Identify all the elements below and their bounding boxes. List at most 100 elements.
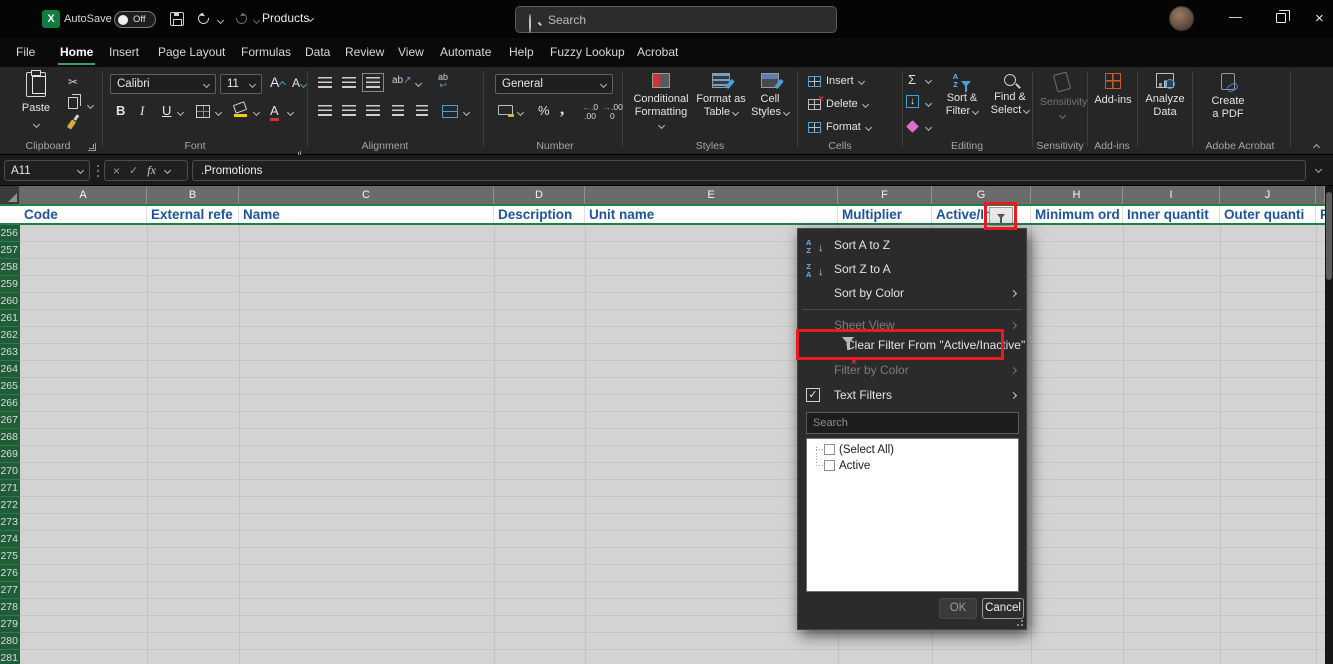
row-header[interactable]: 258 xyxy=(0,259,20,276)
save-button[interactable] xyxy=(170,12,184,26)
merge-center-button[interactable] xyxy=(442,105,458,118)
menu-item-text-filters[interactable]: ✓ Text Filters xyxy=(798,383,1026,408)
percent-style-button[interactable]: % xyxy=(538,103,550,118)
tab-data[interactable]: Data xyxy=(303,45,332,65)
cell-k1[interactable]: P xyxy=(1316,206,1325,223)
row-header[interactable]: 276 xyxy=(0,565,20,582)
insert-function-icon[interactable]: fx xyxy=(147,163,156,178)
font-size-select[interactable]: 11 xyxy=(220,74,262,94)
accounting-dropdown-chevron[interactable] xyxy=(517,109,524,116)
number-format-select[interactable]: General xyxy=(495,74,613,94)
paste-button[interactable]: Paste xyxy=(14,72,58,132)
column-header-f[interactable]: F xyxy=(838,186,932,204)
excel-app-icon[interactable]: X xyxy=(42,10,60,28)
row-header[interactable]: 269 xyxy=(0,446,20,463)
row-header[interactable]: 281 xyxy=(0,650,20,664)
menu-item-sort-by-color[interactable]: Sort by Color xyxy=(798,281,1026,306)
select-all-checkbox[interactable] xyxy=(824,444,835,455)
format-as-table-button[interactable]: Format asTable xyxy=(694,73,748,119)
cell-a1[interactable]: Code xyxy=(20,206,147,223)
row-header[interactable]: 273 xyxy=(0,514,20,531)
cell-h1[interactable]: Minimum ord xyxy=(1031,206,1123,223)
row-header[interactable]: 271 xyxy=(0,480,20,497)
top-align-icon[interactable] xyxy=(318,77,332,88)
tab-acrobat[interactable]: Acrobat xyxy=(635,45,680,65)
row-header[interactable]: 278 xyxy=(0,599,20,616)
column-header-b[interactable]: B xyxy=(147,186,239,204)
underline-button[interactable]: U xyxy=(162,103,171,118)
increase-indent-icon[interactable] xyxy=(416,105,428,116)
filter-search-input[interactable] xyxy=(806,412,1019,434)
tab-help[interactable]: Help xyxy=(507,45,536,65)
row-header[interactable]: 267 xyxy=(0,412,20,429)
align-left-icon[interactable] xyxy=(318,105,332,116)
clipboard-dialog-launcher[interactable] xyxy=(88,143,96,151)
formula-bar-expand-chevron[interactable] xyxy=(1315,166,1322,173)
find-select-button[interactable]: Find &Select xyxy=(988,73,1032,117)
row-header[interactable]: 277 xyxy=(0,582,20,599)
row-header[interactable]: 260 xyxy=(0,293,20,310)
column-header-j[interactable]: J xyxy=(1220,186,1316,204)
active-checkbox[interactable] xyxy=(824,460,835,471)
column-header-a[interactable]: A xyxy=(20,186,147,204)
conditional-formatting-button[interactable]: ConditionalFormatting xyxy=(632,73,690,132)
formula-input[interactable]: .Promotions xyxy=(192,160,1306,181)
format-cells-button[interactable]: Format xyxy=(808,121,871,133)
sort-filter-button[interactable]: AZ Sort &Filter xyxy=(938,73,986,118)
delete-cells-button[interactable]: Delete xyxy=(808,98,868,110)
font-name-select[interactable]: Calibri xyxy=(110,74,216,94)
cut-button[interactable]: ✂ xyxy=(68,75,78,89)
cell-b1[interactable]: External refe xyxy=(147,206,239,223)
insert-cells-button[interactable]: Insert xyxy=(808,75,864,87)
column-header-e[interactable]: E xyxy=(585,186,838,204)
decrease-indent-icon[interactable] xyxy=(392,105,404,116)
row-header[interactable]: 274 xyxy=(0,531,20,548)
row-header[interactable]: 275 xyxy=(0,548,20,565)
wrap-text-button[interactable]: ab↩ xyxy=(438,73,448,89)
column-header-d[interactable]: D xyxy=(494,186,585,204)
tab-home[interactable]: Home xyxy=(58,45,95,65)
tab-automate[interactable]: Automate xyxy=(438,45,493,65)
column-header-i[interactable]: I xyxy=(1123,186,1220,204)
middle-align-icon[interactable] xyxy=(342,77,356,88)
cell-i1[interactable]: Inner quantit xyxy=(1123,206,1220,223)
fill-color-button[interactable] xyxy=(234,103,247,117)
borders-dropdown-chevron[interactable] xyxy=(215,109,222,116)
borders-button[interactable] xyxy=(196,105,210,118)
filter-list-item-select-all[interactable]: (Select All) xyxy=(839,443,894,459)
row-header[interactable]: 280 xyxy=(0,633,20,650)
restore-button[interactable] xyxy=(1276,13,1286,23)
user-avatar[interactable] xyxy=(1169,6,1194,31)
search-box[interactable] xyxy=(515,6,837,33)
row-header[interactable]: 272 xyxy=(0,497,20,514)
row-header[interactable]: 264 xyxy=(0,361,20,378)
autosum-button[interactable]: Σ xyxy=(908,72,916,87)
grow-font-button[interactable]: A xyxy=(270,74,285,90)
row-header[interactable]: 256 xyxy=(0,225,20,242)
close-button[interactable]: × xyxy=(1315,10,1324,27)
font-color-button[interactable]: A xyxy=(270,103,279,121)
clear-dropdown-chevron[interactable] xyxy=(925,124,932,131)
format-painter-button[interactable] xyxy=(69,120,74,129)
row-header[interactable]: 270 xyxy=(0,463,20,480)
column-header-c[interactable]: C xyxy=(239,186,494,204)
copy-dropdown-chevron[interactable] xyxy=(87,102,94,109)
column-header-h[interactable]: H xyxy=(1031,186,1123,204)
name-box[interactable]: A11 xyxy=(4,160,90,181)
decrease-decimal-button[interactable]: →.000 xyxy=(602,103,623,121)
cell-styles-button[interactable]: CellStyles xyxy=(748,73,792,119)
font-color-dropdown-chevron[interactable] xyxy=(287,109,294,116)
row-header[interactable]: 261 xyxy=(0,310,20,327)
orientation-dropdown-chevron[interactable] xyxy=(415,80,422,87)
row-header[interactable]: 279 xyxy=(0,616,20,633)
orientation-button[interactable]: ab↗ xyxy=(392,75,412,86)
row-header[interactable]: 263 xyxy=(0,344,20,361)
fill-button[interactable]: ↓ xyxy=(906,95,919,108)
undo-button[interactable] xyxy=(198,13,209,24)
accounting-format-button[interactable] xyxy=(498,105,513,115)
align-center-icon[interactable] xyxy=(342,105,356,116)
collapse-ribbon-chevron[interactable] xyxy=(1313,144,1320,151)
cell-e1[interactable]: Unit name xyxy=(585,206,838,223)
tab-page-layout[interactable]: Page Layout xyxy=(156,45,227,65)
tab-file[interactable]: File xyxy=(14,45,37,65)
